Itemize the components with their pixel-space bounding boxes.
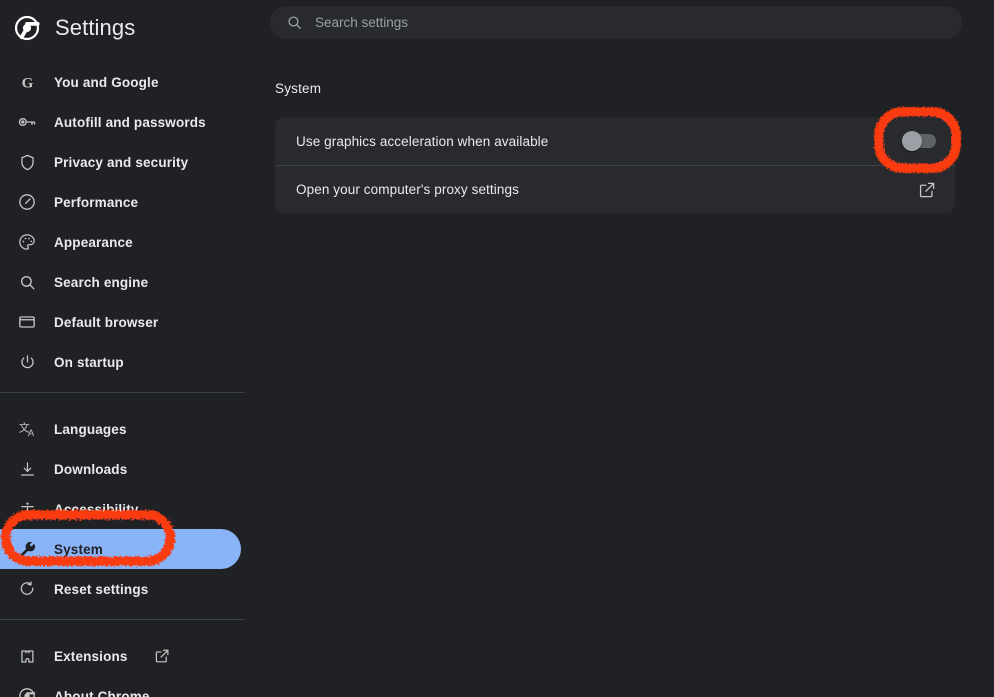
brand-header: Settings	[0, 0, 262, 56]
chrome-logo-icon	[16, 685, 38, 697]
search-settings-bar[interactable]	[270, 6, 962, 39]
sidebar-item-label: Accessibility	[54, 501, 139, 517]
sidebar-item-appearance[interactable]: Appearance	[0, 222, 241, 262]
palette-icon	[16, 231, 38, 253]
sidebar-item-downloads[interactable]: Downloads	[0, 449, 241, 489]
row-label: Open your computer's proxy settings	[296, 182, 519, 197]
sidebar-item-label: Languages	[54, 421, 127, 437]
settings-main-content: System Use graphics acceleration when av…	[262, 0, 994, 697]
page-title: Settings	[55, 15, 136, 40]
external-link-icon[interactable]	[918, 181, 936, 199]
sidebar-item-label: Appearance	[54, 234, 133, 250]
sidebar-group-secondary: 文 A Languages Downloads Accessibility Sy…	[0, 403, 262, 609]
sidebar-item-accessibility[interactable]: Accessibility	[0, 489, 241, 529]
external-link-icon[interactable]	[154, 648, 170, 664]
sidebar-item-you-and-google[interactable]: G You and Google	[0, 62, 241, 102]
sidebar-item-default-browser[interactable]: Default browser	[0, 302, 241, 342]
magnifier-icon	[16, 271, 38, 293]
sidebar-item-label: Privacy and security	[54, 154, 189, 170]
sidebar-item-label: Reset settings	[54, 581, 149, 597]
sidebar-item-label: Autofill and passwords	[54, 114, 206, 130]
sidebar-divider-1	[0, 392, 245, 393]
row-proxy-settings[interactable]: Open your computer's proxy settings	[275, 165, 955, 213]
section-title: System	[275, 81, 322, 96]
sidebar-group-tertiary: Extensions About Chrome	[0, 630, 262, 697]
sidebar-item-label: Downloads	[54, 461, 128, 477]
sidebar-item-autofill-and-passwords[interactable]: Autofill and passwords	[0, 102, 241, 142]
sidebar-divider-2	[0, 619, 245, 620]
search-icon	[286, 14, 303, 31]
sidebar-item-system[interactable]: System	[0, 529, 241, 569]
key-icon	[16, 111, 38, 133]
puzzle-piece-icon	[16, 645, 38, 667]
speedometer-icon	[16, 191, 38, 213]
sidebar-item-label: Extensions	[54, 648, 128, 664]
sidebar-item-label: On startup	[54, 354, 124, 370]
sidebar-item-label: About Chrome	[54, 688, 150, 697]
power-icon	[16, 351, 38, 373]
svg-text:G: G	[21, 75, 33, 91]
restore-icon	[16, 578, 38, 600]
chrome-logo-icon	[13, 14, 41, 42]
sidebar-item-label: Performance	[54, 194, 139, 210]
row-label: Use graphics acceleration when available	[296, 133, 549, 149]
sidebar-item-on-startup[interactable]: On startup	[0, 342, 241, 382]
sidebar-item-performance[interactable]: Performance	[0, 182, 241, 222]
svg-text:A: A	[27, 428, 34, 438]
wrench-icon	[16, 538, 38, 560]
sidebar-item-privacy-and-security[interactable]: Privacy and security	[0, 142, 241, 182]
row-graphics-acceleration[interactable]: Use graphics acceleration when available	[275, 117, 955, 165]
sidebar-item-reset-settings[interactable]: Reset settings	[0, 569, 241, 609]
sidebar-item-extensions[interactable]: Extensions	[0, 636, 241, 676]
sidebar-item-languages[interactable]: 文 A Languages	[0, 409, 241, 449]
browser-window-icon	[16, 311, 38, 333]
sidebar-group-primary: G You and Google Autofill and passwords …	[0, 56, 262, 382]
search-input[interactable]	[315, 15, 875, 30]
settings-sidebar: Settings G You and Google Autofill and p…	[0, 0, 262, 697]
sidebar-item-label: Search engine	[54, 274, 149, 290]
accessibility-icon	[16, 498, 38, 520]
translate-icon: 文 A	[16, 418, 38, 440]
sidebar-item-label: You and Google	[54, 74, 159, 90]
sidebar-item-label: System	[54, 541, 103, 557]
sidebar-item-label: Default browser	[54, 314, 159, 330]
system-settings-card: Use graphics acceleration when available…	[275, 117, 955, 213]
download-icon	[16, 458, 38, 480]
google-g-icon: G	[16, 71, 38, 93]
graphics-acceleration-toggle[interactable]	[902, 131, 936, 151]
sidebar-item-search-engine[interactable]: Search engine	[0, 262, 241, 302]
shield-icon	[16, 151, 38, 173]
toggle-knob	[902, 131, 922, 151]
sidebar-item-about-chrome[interactable]: About Chrome	[0, 676, 241, 697]
